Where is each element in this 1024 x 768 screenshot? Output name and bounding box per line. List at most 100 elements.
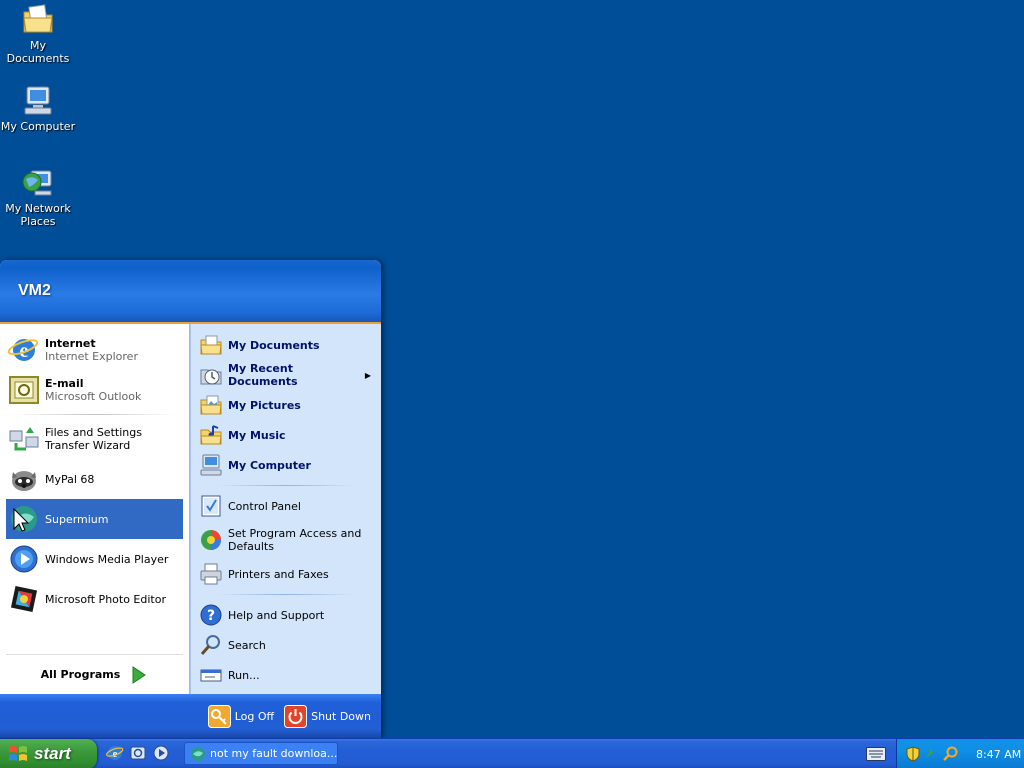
place-label: My Pictures: [228, 398, 301, 412]
pinned-item-title: E-mail: [45, 377, 84, 390]
place-my-recent-documents[interactable]: My Recent Documents ▶: [197, 360, 375, 390]
place-label: My Recent Documents: [228, 362, 298, 388]
internet-explorer-icon[interactable]: e: [106, 744, 124, 762]
supermium-icon: [191, 746, 205, 761]
mypal-icon: [12, 471, 36, 491]
place-my-documents[interactable]: My Documents: [197, 330, 375, 360]
desktop-icon-my-documents[interactable]: My Documents: [0, 2, 76, 65]
start-label: start: [34, 744, 71, 763]
system-tray: 8:47 AM: [896, 739, 1024, 768]
recent-item-media-player[interactable]: Windows Media Player: [6, 539, 183, 579]
taskbar-window-button[interactable]: not my fault downloa...: [184, 742, 338, 765]
taskbar: start e not my fault downloa... 8:47 AM: [0, 738, 1024, 768]
program-access-icon: [201, 530, 221, 550]
place-label: My Documents: [228, 338, 320, 352]
arrow-right-icon: [132, 665, 147, 684]
network-places-icon: [22, 170, 52, 196]
pinned-item-subtitle: Microsoft Outlook: [45, 390, 142, 403]
all-programs-label: All Programs: [40, 668, 121, 681]
help-label: Run...: [228, 668, 260, 682]
log-off-button[interactable]: Log Off: [207, 704, 275, 728]
run-item[interactable]: Run...: [197, 660, 375, 690]
system-label: Set Program Access and Defaults: [228, 527, 362, 553]
user-name: VM2: [18, 282, 51, 299]
pinned-item-email[interactable]: E-mail Microsoft Outlook: [6, 370, 183, 410]
place-label: My Music: [228, 428, 286, 442]
computer-icon: [24, 86, 52, 115]
desktop-icon-label: My Network Places: [5, 202, 71, 228]
security-shield-icon[interactable]: [905, 746, 921, 762]
start-menu-body: e Internet Internet Explorer E-mail Micr…: [0, 324, 381, 694]
folder-pictures-icon: [200, 395, 222, 415]
place-my-computer[interactable]: My Computer: [197, 450, 375, 480]
start-menu-right-pane: My Documents My Recent Documents ▶ My Pi…: [190, 324, 381, 694]
system-control-panel[interactable]: Control Panel: [197, 491, 375, 521]
shut-down-label: Shut Down: [311, 709, 371, 723]
all-programs-button[interactable]: All Programs: [6, 654, 183, 694]
shut-down-button[interactable]: Shut Down: [284, 704, 371, 728]
media-player-icon: [10, 545, 38, 573]
folder-documents-icon: [200, 335, 222, 355]
system-label: Control Panel: [228, 499, 301, 513]
start-menu: VM2 e Internet Internet Explorer E-mail …: [0, 260, 381, 738]
recent-item-photo-editor[interactable]: Microsoft Photo Editor: [6, 579, 183, 619]
media-player-icon[interactable]: [152, 744, 170, 762]
recent-item-label: Microsoft Photo Editor: [45, 592, 166, 606]
printer-icon: [200, 563, 222, 585]
recent-item-label: Supermium: [45, 512, 109, 526]
taskbar-window-title: not my fault downloa...: [210, 747, 338, 760]
pinned-item-subtitle: Internet Explorer: [45, 350, 138, 363]
pinned-item-internet[interactable]: e Internet Internet Explorer: [6, 330, 183, 370]
supermium-icon: [11, 506, 37, 532]
recent-item-mypal[interactable]: MyPal 68: [6, 459, 183, 499]
internet-explorer-icon: e: [8, 339, 39, 362]
folder-documents-icon: [23, 4, 53, 33]
recent-item-transfer-wizard[interactable]: Files and Settings Transfer Wizard: [6, 419, 183, 459]
help-label: Help and Support: [228, 608, 325, 622]
folder-music-icon: [200, 425, 222, 445]
recent-item-label: Windows Media Player: [45, 552, 169, 566]
desktop-icon-my-network-places[interactable]: My Network Places: [0, 165, 76, 228]
control-panel-icon: [201, 495, 221, 517]
keyboard-icon[interactable]: [866, 747, 886, 761]
quick-launch-bar: e: [106, 744, 175, 762]
pinned-item-title: Internet: [45, 337, 96, 350]
help-icon: ?: [200, 604, 222, 626]
start-menu-footer: Log Off Shut Down: [0, 694, 381, 738]
desktop-icon-my-computer[interactable]: My Computer: [0, 83, 76, 133]
outlook-icon: [9, 376, 39, 404]
computer-icon: [200, 454, 222, 476]
network-icon[interactable]: [924, 746, 940, 762]
place-my-pictures[interactable]: My Pictures: [197, 390, 375, 420]
submenu-arrow-icon: ▶: [364, 370, 371, 380]
recent-documents-icon: [200, 369, 222, 385]
recent-item-supermium[interactable]: Supermium: [6, 499, 183, 539]
recent-item-label: MyPal 68: [45, 472, 95, 486]
desktop-icon-label: My Computer: [0, 120, 76, 133]
recent-item-label: Files and Settings Transfer Wizard: [45, 426, 142, 452]
magnifier-icon[interactable]: [943, 746, 959, 762]
system-program-access[interactable]: Set Program Access and Defaults: [197, 521, 375, 559]
place-my-music[interactable]: My Music: [197, 420, 375, 450]
search-icon: [200, 635, 220, 655]
start-menu-left-pane: e Internet Internet Explorer E-mail Micr…: [0, 324, 190, 694]
start-menu-header: VM2: [0, 260, 381, 324]
system-label: Printers and Faxes: [228, 567, 329, 581]
log-off-label: Log Off: [234, 709, 275, 723]
transfer-wizard-icon: [9, 427, 39, 451]
photo-editor-icon: [10, 585, 38, 613]
outlook-express-icon[interactable]: [129, 744, 147, 762]
help-and-support[interactable]: ? Help and Support: [197, 600, 375, 630]
start-button[interactable]: start: [0, 739, 97, 768]
run-icon: [200, 669, 222, 682]
separator: [217, 485, 355, 486]
power-icon: [284, 704, 308, 728]
key-icon: [207, 704, 231, 728]
clock: 8:47 AM: [976, 747, 1022, 761]
separator: [14, 414, 175, 415]
desktop-icon-label: My Documents: [6, 39, 70, 65]
search-item[interactable]: Search: [197, 630, 375, 660]
svg-text:?: ?: [207, 608, 215, 624]
system-printers-faxes[interactable]: Printers and Faxes: [197, 559, 375, 589]
help-label: Search: [228, 638, 266, 652]
